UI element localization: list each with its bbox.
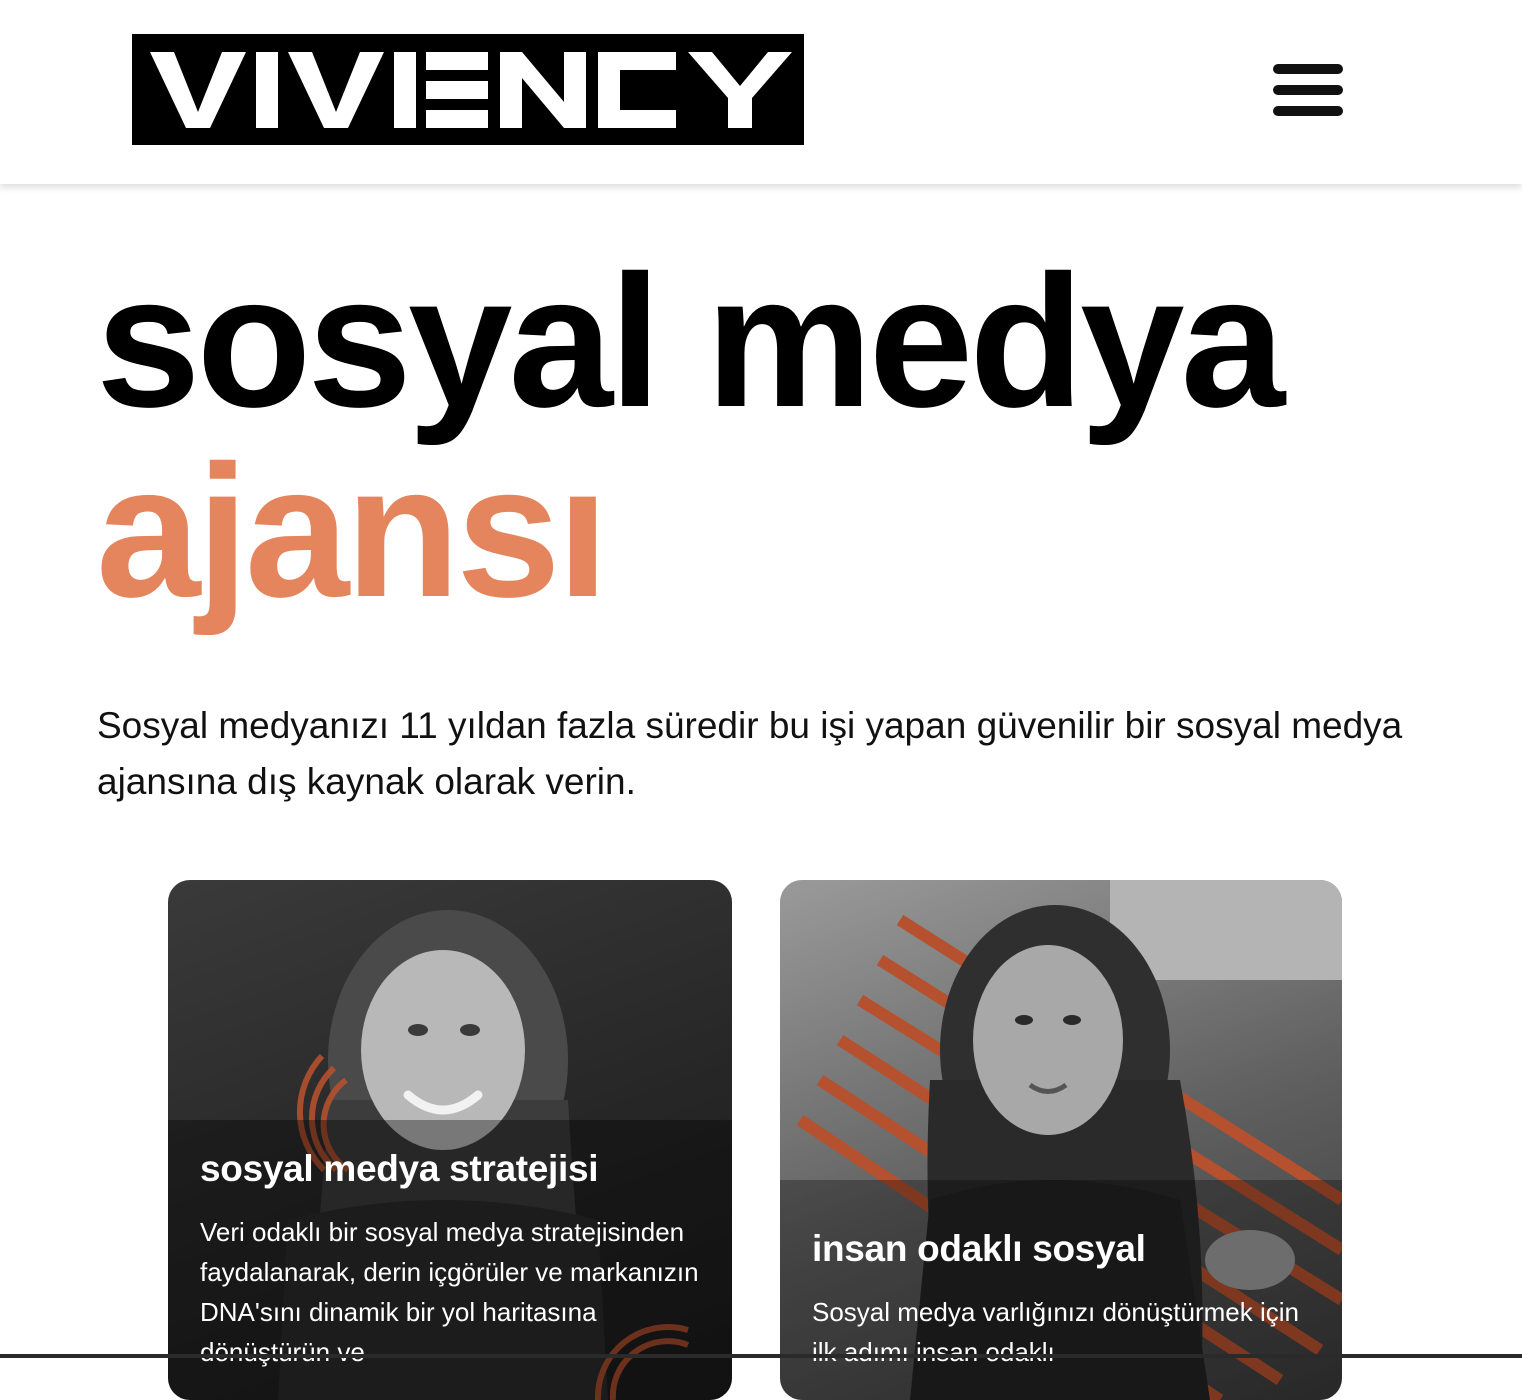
- card-title: insan odaklı sosyal: [812, 1228, 1146, 1269]
- service-card-strategy[interactable]: sosyal medya stratejisi Veri odaklı bir …: [168, 880, 732, 1400]
- hero-description: Sosyal medyanızı 11 yıldan fazla süredir…: [97, 705, 1403, 802]
- site-header: [0, 0, 1522, 184]
- hamburger-menu-button[interactable]: [1266, 60, 1350, 120]
- menu-bar: [1273, 106, 1343, 116]
- menu-bar: [1273, 85, 1343, 95]
- bottom-divider: [0, 1354, 1522, 1358]
- card-title: sosyal medya stratejisi: [200, 1148, 599, 1189]
- hero-title-line-2: ajansı: [96, 426, 609, 636]
- viviency-logo[interactable]: [132, 34, 804, 145]
- logo-wordmark-icon: [150, 52, 792, 128]
- menu-bar: [1273, 64, 1343, 74]
- service-card-human-centric[interactable]: insan odaklı sosyal Sosyal medya varlığı…: [780, 880, 1342, 1400]
- hero-title: sosyal medya ajansı: [96, 236, 1285, 636]
- card-text: Veri odaklı bir sosyal medya stratejisin…: [200, 1217, 699, 1367]
- card-text: Sosyal medya varlığınızı dönüştürmek içi…: [812, 1297, 1299, 1367]
- hero-title-line-1: sosyal medya: [96, 236, 1285, 446]
